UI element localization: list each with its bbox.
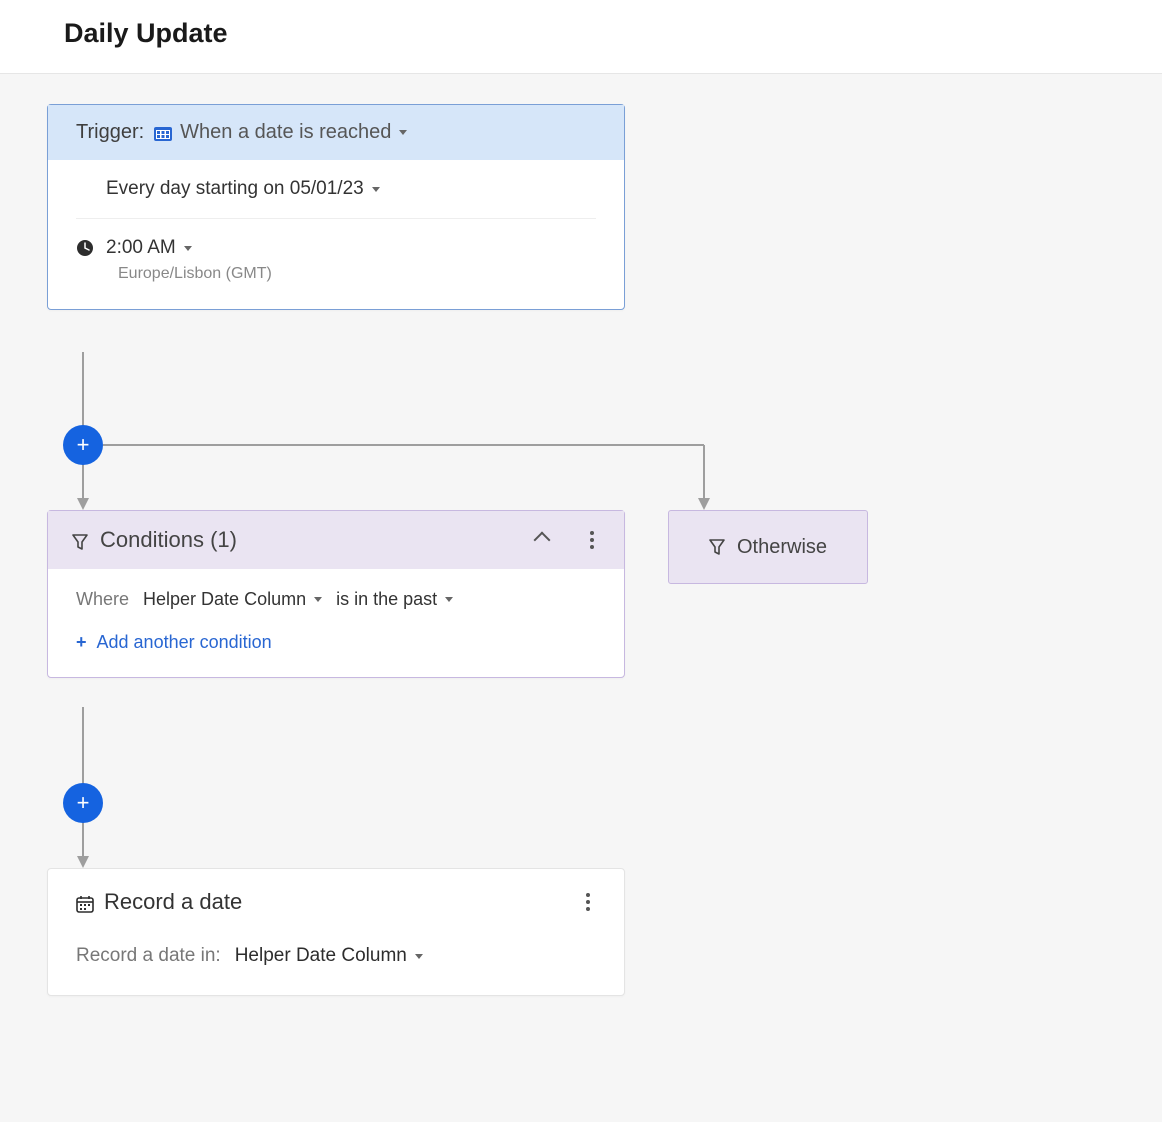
condition-operator-text: is in the past: [336, 589, 437, 610]
conditions-body: Where Helper Date Column is in the past …: [48, 569, 624, 677]
add-node-button[interactable]: +: [63, 783, 103, 823]
trigger-time-row: 2:00 AM: [76, 219, 596, 263]
chevron-down-icon: [372, 187, 380, 192]
trigger-card: Trigger: When a date is reached Every da…: [47, 104, 625, 310]
clock-icon: [76, 239, 94, 257]
chevron-down-icon: [399, 130, 407, 135]
record-date-card: Record a date Record a date in: Helper D…: [47, 868, 625, 996]
add-condition-label: Add another condition: [97, 632, 272, 653]
record-menu-button[interactable]: [580, 889, 596, 915]
record-date-header: Record a date: [48, 869, 624, 925]
chevron-down-icon: [314, 597, 322, 602]
record-date-body: Record a date in: Helper Date Column: [48, 925, 624, 995]
record-date-label: Record a date in:: [76, 945, 221, 967]
add-condition-button[interactable]: + Add another condition: [76, 632, 272, 653]
conditions-menu-button[interactable]: [584, 527, 600, 553]
condition-row: Where Helper Date Column is in the past: [76, 589, 596, 610]
record-column-dropdown[interactable]: Helper Date Column: [235, 945, 423, 967]
trigger-time-dropdown[interactable]: 2:00 AM: [106, 237, 192, 259]
trigger-schedule-text: Every day starting on 05/01/23: [106, 178, 364, 200]
chevron-down-icon: [445, 597, 453, 602]
trigger-timezone: Europe/Lisbon (GMT): [76, 263, 596, 309]
page-header: Daily Update: [0, 0, 1162, 74]
trigger-time-text: 2:00 AM: [106, 237, 176, 259]
plus-icon: +: [76, 632, 87, 653]
otherwise-label: Otherwise: [737, 536, 827, 559]
condition-column-text: Helper Date Column: [143, 589, 306, 610]
trigger-schedule-row: Every day starting on 05/01/23: [76, 160, 596, 218]
record-date-title: Record a date: [104, 889, 242, 915]
trigger-header: Trigger: When a date is reached: [48, 105, 624, 160]
add-node-button[interactable]: +: [63, 425, 103, 465]
where-label: Where: [76, 589, 129, 610]
trigger-body: Every day starting on 05/01/23 2:00 AM E…: [48, 160, 624, 309]
chevron-down-icon: [184, 246, 192, 251]
otherwise-branch[interactable]: Otherwise: [668, 510, 868, 584]
workflow-canvas: Trigger: When a date is reached Every da…: [0, 74, 1162, 1122]
page-title: Daily Update: [64, 18, 1098, 49]
trigger-event-dropdown[interactable]: When a date is reached: [154, 121, 407, 144]
trigger-schedule-dropdown[interactable]: Every day starting on 05/01/23: [106, 178, 380, 200]
trigger-event-label: When a date is reached: [180, 121, 391, 144]
collapse-toggle[interactable]: [534, 532, 551, 549]
trigger-label: Trigger:: [76, 121, 144, 144]
funnel-icon: [709, 538, 725, 556]
conditions-header: Conditions (1): [48, 511, 624, 569]
funnel-icon: [72, 531, 88, 549]
date-icon: [154, 125, 172, 141]
condition-column-dropdown[interactable]: Helper Date Column: [143, 589, 322, 610]
chevron-down-icon: [415, 954, 423, 959]
calendar-icon: [76, 893, 94, 911]
record-column-text: Helper Date Column: [235, 945, 407, 967]
condition-operator-dropdown[interactable]: is in the past: [336, 589, 453, 610]
conditions-card: Conditions (1) Where Helper Date Column …: [47, 510, 625, 678]
conditions-title: Conditions (1): [100, 527, 237, 553]
